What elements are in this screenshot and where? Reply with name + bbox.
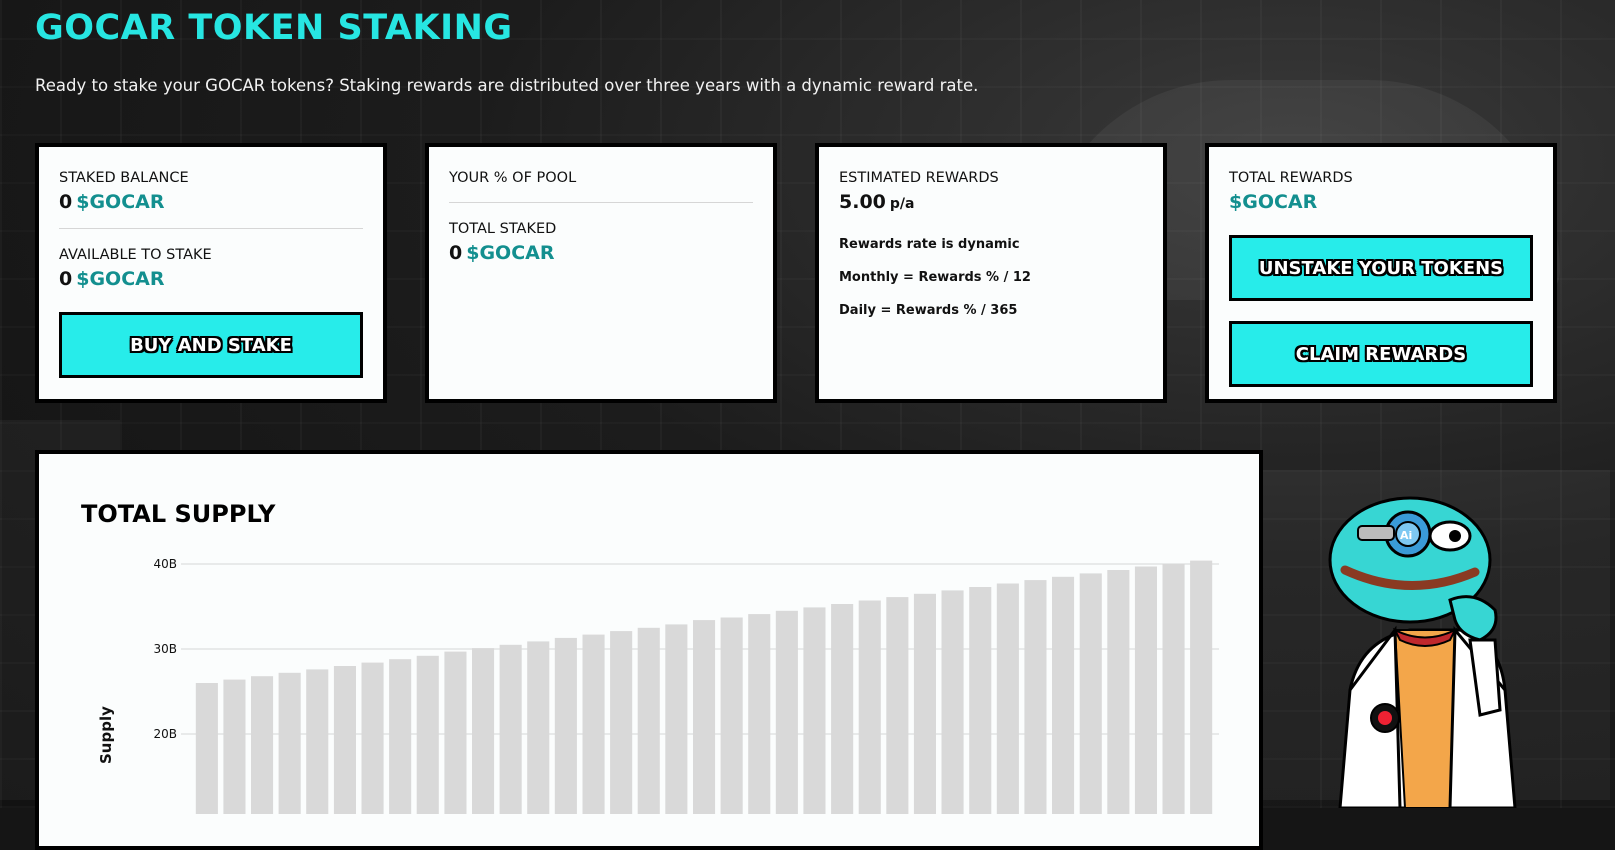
estimated-rewards-card: ESTIMATED REWARDS 5.00 p/a Rewards rate i… [815, 143, 1167, 403]
supply-bar [554, 637, 577, 814]
staked-balance-value: 0 $GOCAR [59, 191, 363, 213]
supply-bar [1107, 570, 1130, 814]
available-label: AVAILABLE TO STAKE [59, 247, 212, 263]
rewards-note-daily: Daily = Rewards % / 365 [839, 303, 1018, 318]
token-symbol: $GOCAR [76, 191, 165, 213]
pool-card: YOUR % OF POOL TOTAL STAKED 0 $GOCAR [425, 143, 777, 403]
supply-bar [748, 614, 771, 814]
supply-bar [361, 662, 384, 814]
supply-bar [637, 627, 660, 814]
frog-scientist-mascot: Ai [1328, 496, 1517, 808]
supply-bar [1134, 566, 1157, 814]
total-rewards-card: TOTAL REWARDS $GOCAR UNSTAKE YOUR TOKENS… [1205, 143, 1557, 403]
supply-bar [499, 644, 522, 814]
supply-bar [1162, 564, 1185, 814]
estimated-rewards-label: ESTIMATED REWARDS [839, 170, 999, 186]
supply-bar [858, 600, 881, 814]
supply-bar [251, 676, 274, 814]
supply-bar [1079, 573, 1102, 814]
pool-percent-label: YOUR % OF POOL [449, 170, 577, 186]
available-amount: 0 [59, 268, 73, 290]
rewards-note-monthly: Monthly = Rewards % / 12 [839, 270, 1031, 285]
token-symbol: $GOCAR [466, 242, 555, 264]
y-tick-label: 40B [153, 557, 177, 571]
token-symbol: $GOCAR [1229, 191, 1318, 213]
balance-card: STAKED BALANCE 0 $GOCAR AVAILABLE TO STAK… [35, 143, 387, 403]
supply-bar [195, 683, 218, 814]
buy-and-stake-button[interactable]: BUY AND STAKE [59, 312, 363, 378]
supply-bar [831, 604, 854, 814]
y-tick-label: 30B [153, 642, 177, 656]
total-rewards-value: $GOCAR [1229, 191, 1533, 213]
estimated-rewards-value: 5.00 p/a [839, 191, 1143, 215]
supply-bar [333, 666, 356, 814]
total-staked-value: 0 $GOCAR [449, 242, 753, 264]
total-supply-chart: 40B 30B 20B Supply [97, 557, 1219, 814]
staked-balance-label: STAKED BALANCE [59, 170, 189, 186]
estimated-rewards-amount: 5.00 [839, 191, 886, 213]
card-divider [59, 228, 363, 229]
supply-bar [941, 590, 964, 814]
page-subtitle: Ready to stake your GOCAR tokens? Stakin… [35, 76, 979, 95]
available-value: 0 $GOCAR [59, 268, 363, 290]
supply-bar [775, 610, 798, 814]
supply-bar [1190, 560, 1213, 814]
y-axis-label: Supply [97, 706, 115, 764]
page-title: GOCAR TOKEN STAKING [35, 8, 513, 48]
supply-bar [527, 641, 550, 814]
supply-bar [913, 593, 936, 814]
supply-bar [969, 587, 992, 814]
supply-bar [610, 631, 633, 814]
y-tick-label: 20B [153, 727, 177, 741]
total-staked-amount: 0 [449, 242, 463, 264]
supply-bar [278, 672, 301, 814]
claim-rewards-button[interactable]: CLAIM REWARDS [1229, 321, 1533, 387]
rewards-note-dynamic: Rewards rate is dynamic [839, 237, 1020, 252]
supply-bar [389, 659, 412, 814]
supply-bar [665, 624, 688, 814]
unstake-tokens-button[interactable]: UNSTAKE YOUR TOKENS [1229, 235, 1533, 301]
total-rewards-label: TOTAL REWARDS [1229, 170, 1353, 186]
supply-bar [996, 583, 1019, 814]
supply-bar [803, 607, 826, 814]
rate-unit: p/a [889, 196, 915, 212]
supply-bar [1024, 580, 1047, 814]
supply-bar [693, 620, 716, 814]
supply-bar [472, 648, 495, 814]
supply-bar [444, 651, 467, 814]
svg-text:Ai: Ai [1400, 529, 1412, 542]
supply-bar [720, 617, 743, 814]
staked-balance-amount: 0 [59, 191, 73, 213]
total-staked-label: TOTAL STAKED [449, 221, 557, 237]
supply-bar [306, 669, 329, 814]
token-symbol: $GOCAR [76, 268, 165, 290]
supply-bar [416, 655, 439, 814]
total-supply-chart-panel: TOTAL SUPPLY 40B 30B 20B Supply [35, 450, 1263, 850]
supply-bar [1052, 576, 1075, 814]
supply-bar [223, 679, 246, 814]
supply-bar [582, 634, 605, 814]
supply-bar [886, 597, 909, 814]
card-divider [449, 202, 753, 203]
